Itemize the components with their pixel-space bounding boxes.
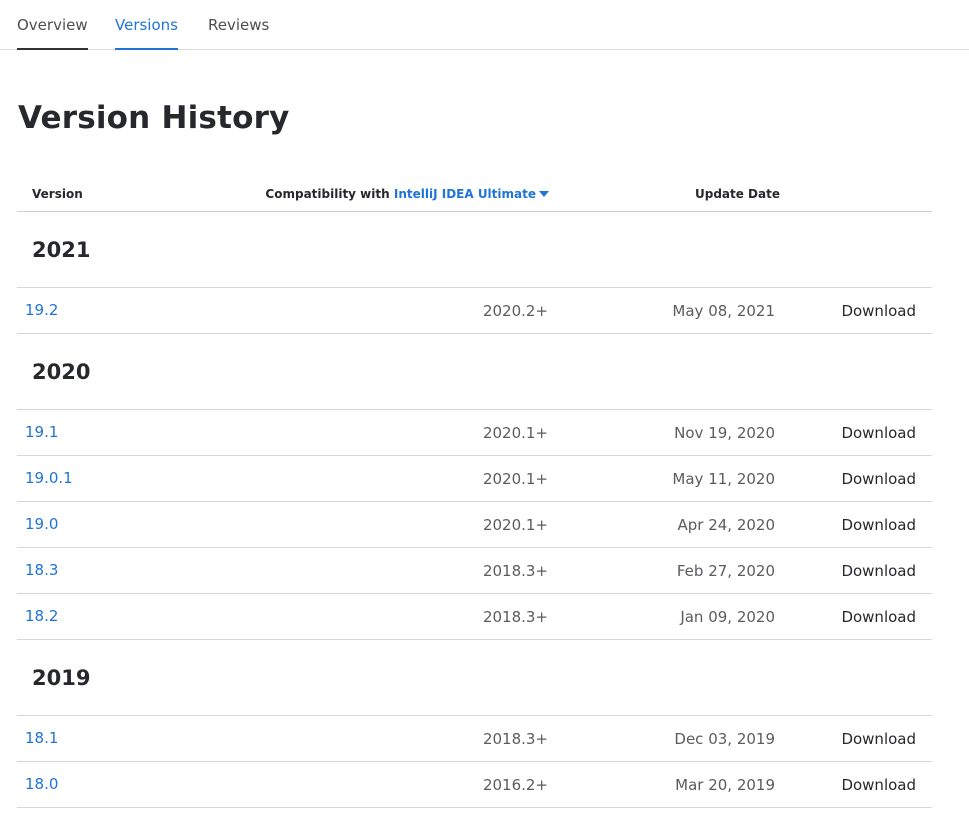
download-link[interactable]: Download	[841, 516, 916, 534]
version-link[interactable]: 19.0	[25, 515, 58, 533]
download-link[interactable]: Download	[841, 562, 916, 580]
download-link[interactable]: Download	[841, 776, 916, 794]
compatibility-value: 2020.1+	[482, 470, 548, 488]
update-date: Mar 20, 2019	[675, 776, 775, 794]
table-row: 18.1 2018.3+ Dec 03, 2019 Download	[17, 716, 932, 762]
tab-versions[interactable]: Versions	[115, 16, 178, 50]
compatibility-value: 2016.2+	[482, 776, 548, 794]
tab-overview[interactable]: Overview	[17, 16, 88, 50]
year-group-header: 2020	[17, 334, 932, 410]
year-label: 2019	[32, 666, 91, 690]
compatibility-column-header: Compatibility with IntelliJ IDEA Ultimat…	[265, 187, 549, 201]
table-row: 19.2 2020.2+ May 08, 2021 Download	[17, 288, 932, 334]
table-row: 19.0.1 2020.1+ May 11, 2020 Download	[17, 456, 932, 502]
compatibility-value: 2018.3+	[482, 730, 548, 748]
version-link[interactable]: 19.1	[25, 423, 58, 441]
compatibility-value: 2018.3+	[482, 562, 548, 580]
compatibility-value: 2020.1+	[482, 516, 548, 534]
version-link[interactable]: 18.1	[25, 729, 58, 747]
update-date: May 11, 2020	[672, 470, 775, 488]
table-header: Version Compatibility with IntelliJ IDEA…	[17, 178, 932, 212]
version-link[interactable]: 18.3	[25, 561, 58, 579]
version-column-header: Version	[32, 187, 83, 201]
year-label: 2021	[32, 238, 91, 262]
tab-reviews[interactable]: Reviews	[208, 16, 269, 48]
table-row: 19.0 2020.1+ Apr 24, 2020 Download	[17, 502, 932, 548]
update-date: Jan 09, 2020	[680, 608, 775, 626]
download-link[interactable]: Download	[841, 730, 916, 748]
compatibility-value: 2020.2+	[482, 302, 548, 320]
update-date: Nov 19, 2020	[674, 424, 775, 442]
download-link[interactable]: Download	[841, 608, 916, 626]
table-row: 18.2 2018.3+ Jan 09, 2020 Download	[17, 594, 932, 640]
page-title: Version History	[18, 100, 290, 136]
year-group-header: 2019	[17, 640, 932, 716]
compatibility-value: 2020.1+	[482, 424, 548, 442]
year-label: 2020	[32, 360, 91, 384]
update-date: Dec 03, 2019	[674, 730, 775, 748]
product-selector[interactable]: IntelliJ IDEA Ultimate	[394, 187, 549, 201]
update-date-column-header: Update Date	[694, 187, 780, 201]
version-link[interactable]: 18.0	[25, 775, 58, 793]
table-row: 19.1 2020.1+ Nov 19, 2020 Download	[17, 410, 932, 456]
update-date: Feb 27, 2020	[676, 562, 775, 580]
caret-down-icon	[539, 191, 549, 197]
update-date: May 08, 2021	[672, 302, 775, 320]
tab-bar: Overview Versions Reviews	[0, 0, 969, 50]
year-group-header: 2021	[17, 212, 932, 288]
download-link[interactable]: Download	[841, 302, 916, 320]
product-selector-label: IntelliJ IDEA Ultimate	[393, 187, 536, 201]
table-row: 18.0 2016.2+ Mar 20, 2019 Download	[17, 762, 932, 808]
compatibility-value: 2018.3+	[482, 608, 548, 626]
update-date: Apr 24, 2020	[677, 516, 775, 534]
version-table: 2021 19.2 2020.2+ May 08, 2021 Download 2020 1…	[17, 212, 932, 808]
version-link[interactable]: 18.2	[25, 607, 58, 625]
version-link[interactable]: 19.0.1	[25, 469, 73, 487]
download-link[interactable]: Download	[841, 470, 916, 488]
version-link[interactable]: 19.2	[25, 301, 58, 319]
download-link[interactable]: Download	[841, 424, 916, 442]
table-row: 18.3 2018.3+ Feb 27, 2020 Download	[17, 548, 932, 594]
compatibility-label: Compatibility with	[265, 187, 390, 201]
